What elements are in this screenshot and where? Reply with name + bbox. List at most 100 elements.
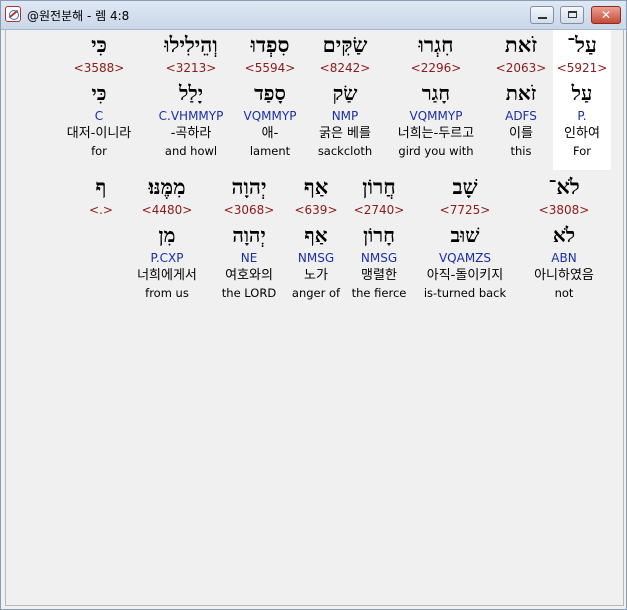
word-cell[interactable]: כִּי <3588> כִּי C 대저-이니라 for [59,30,139,158]
lemma-word: אַף [304,223,328,247]
morphology-code: VQMMYP [243,109,297,123]
english-gloss: anger of [291,286,341,300]
lemma-word: שַׂק [332,81,358,105]
korean-gloss: 여호와의 [225,268,273,283]
korean-gloss: 굵은 베를 [319,126,371,141]
word-cell[interactable]: חֲרוֹן <2740> חָרוֹן NMSG 맹렬한 the fierce [346,172,412,300]
word-cell[interactable]: יְהוָה <3068> יְהוָה NE 여호와의 the LORD [213,172,285,300]
morphology-code: P.CXP [150,251,184,265]
word-cell[interactable]: מִמֶּנּוּ׃ <4480> מִן P.CXP 너희에게서 from u… [126,172,208,300]
morphology-code: C.VHMMYP [158,109,224,123]
korean-gloss: 아직-돌이키지 [426,268,504,283]
strong-number: <2740> [353,203,405,217]
word-cell[interactable]: ף <.> [76,172,126,300]
korean-gloss: 이를 [509,126,533,141]
window-title: @원전분해 - 렘 4:8 [27,9,130,23]
english-gloss: not [554,286,574,300]
korean-gloss: 너희는-두르고 [397,126,475,141]
english-gloss: sackcloth [317,144,373,158]
app-icon[interactable] [5,6,21,22]
morphology-code: P. [577,109,587,123]
hebrew-word: וְהֵילִילוּ [164,32,218,57]
lemma-word [76,220,126,250]
hebrew-word: ף [95,174,107,199]
morphology-code: C [94,109,104,123]
hebrew-word: שָׁב [452,174,478,199]
hebrew-word: אַף [303,174,329,199]
morphology-code: NE [240,251,258,265]
word-cell[interactable]: חִגְרוּ <2296> חָגַר VQMMYP 너희는-두르고 gird… [386,30,486,158]
word-cell[interactable]: אַף <639> אַף NMSG 노가 anger of [289,172,343,300]
word-cell-selected[interactable]: עַל־ <5921> עַל P. 인하여 For [553,30,611,170]
english-gloss [76,286,126,300]
title-bar[interactable]: @원전분해 - 렘 4:8 ✕ [1,1,626,30]
korean-gloss: 인하여 [564,126,600,141]
korean-gloss: 대저-이니라 [66,126,132,141]
hebrew-word: זֹאת [504,32,538,57]
strong-number: <3213> [165,61,217,75]
lemma-word: יְהוָה [232,223,266,247]
english-gloss: gird you with [398,144,474,158]
lemma-word: לֹא [552,223,576,247]
lemma-word: יָלַל [179,81,203,105]
morphology-code [76,250,126,268]
strong-number: <.> [89,203,113,217]
strong-number: <2063> [495,61,547,75]
lemma-word: שׁוּב [450,223,480,247]
morphology-code: VQMMYP [409,109,463,123]
english-gloss: and howl [164,144,218,158]
hebrew-word: יְהוָה [231,174,267,199]
english-gloss: the LORD [221,286,277,300]
strong-number: <5921> [556,61,608,75]
hebrew-word: כִּי [91,32,107,57]
korean-gloss: 아니하였음 [534,268,594,283]
lemma-word: מִן [158,223,176,247]
morphology-code: VQAMZS [438,251,492,265]
english-gloss: is-turned back [423,286,507,300]
lemma-word: חָגַר [421,81,451,105]
word-cell[interactable]: וְהֵילִילוּ <3213> יָלַל C.VHMMYP -곡하라 a… [147,30,235,158]
hebrew-word: עַל־ [567,32,597,57]
word-cell[interactable]: שָׁב <7725> שׁוּב VQAMZS 아직-돌이키지 is-turn… [415,172,515,300]
maximize-button[interactable] [560,6,584,24]
strong-number: <4480> [141,203,193,217]
english-gloss: for [91,144,107,158]
strong-number: <5594> [244,61,296,75]
strong-number: <3068> [223,203,275,217]
strong-number: <639> [294,203,338,217]
english-gloss: from us [145,286,189,300]
maximize-icon [568,11,577,18]
korean-gloss: 노가 [304,268,328,283]
english-gloss: this [510,144,532,158]
english-gloss: the fierce [351,286,407,300]
word-cell[interactable]: זֹאת <2063> זֹאת ADFS 이를 this [493,30,549,158]
korean-gloss: 애- [261,126,279,141]
morphology-code: NMSG [297,251,335,265]
interlinear-panel[interactable]: כִּי <3588> כִּי C 대저-이니라 for וְהֵילִילו… [5,30,624,606]
english-gloss: lament [249,144,291,158]
strong-number: <8242> [319,61,371,75]
hebrew-word: לֹא־ [548,174,580,199]
word-cell[interactable]: שַׂקִּים <8242> שַׂק NMP 굵은 베를 sackcloth [305,30,385,158]
korean-gloss: -곡하라 [170,126,212,141]
morphology-code: NMSG [360,251,398,265]
morphology-code: ADFS [505,109,537,123]
lemma-word: זֹאת [505,81,537,105]
hebrew-word: מִמֶּנּוּ׃ [148,174,186,199]
close-button[interactable]: ✕ [591,6,621,24]
word-cell[interactable]: לֹא־ <3808> לֹא ABN 아니하였음 not [518,172,610,300]
strong-number: <3588> [73,61,125,75]
lemma-word: סָפַד [254,81,286,105]
minimize-icon [538,17,547,19]
app-window: @원전분해 - 렘 4:8 ✕ כִּי <3588> כִּי C 대저-이니… [0,0,627,610]
hebrew-word: שַׂקִּים [322,32,368,57]
hebrew-word: סִפְדוּ [250,32,290,57]
hebrew-word: חֲרוֹן [362,174,396,199]
morphology-code: ABN [551,251,577,265]
minimize-button[interactable] [530,6,554,24]
word-cell[interactable]: סִפְדוּ <5594> סָפַד VQMMYP 애- lament [236,30,304,158]
strong-number: <3808> [538,203,590,217]
close-icon: ✕ [600,8,612,22]
morphology-code: NMP [331,109,359,123]
strong-number: <2296> [410,61,462,75]
